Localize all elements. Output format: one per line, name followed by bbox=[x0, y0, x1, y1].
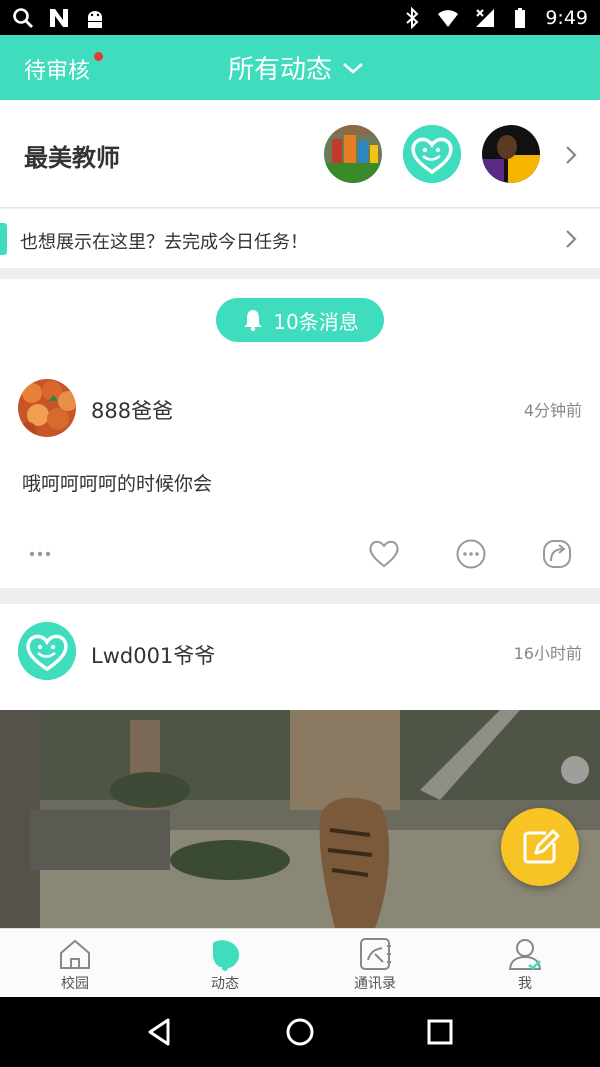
wifi-icon bbox=[438, 9, 459, 27]
battery-icon bbox=[515, 7, 526, 28]
post-actions bbox=[0, 537, 600, 577]
android-robot-icon bbox=[88, 10, 102, 28]
daily-task-text: 也想展示在这里？去完成今日任务！ bbox=[20, 232, 308, 253]
bottom-tab-bar: 校园 动态 通讯录 我 bbox=[0, 928, 600, 997]
avatar[interactable] bbox=[18, 379, 76, 437]
header-title: 所有动态 bbox=[228, 55, 333, 85]
signal-icon bbox=[476, 8, 495, 27]
player-photo-image bbox=[482, 125, 540, 183]
teacher-avatar[interactable] bbox=[482, 125, 540, 183]
share-icon[interactable] bbox=[540, 537, 574, 571]
comment-bubble-icon[interactable] bbox=[454, 537, 488, 571]
tab-contacts[interactable]: 通讯录 bbox=[300, 929, 450, 997]
pending-review-button[interactable]: 待审核 bbox=[24, 53, 90, 85]
more-options-icon[interactable] bbox=[24, 537, 58, 571]
heart-smile-logo-icon bbox=[403, 125, 461, 183]
post-timestamp: 16小时前 bbox=[513, 644, 582, 663]
daily-task-banner[interactable]: 也想展示在这里？去完成今日任务！ bbox=[0, 209, 600, 268]
chevron-right-icon bbox=[566, 146, 577, 164]
tab-label: 校园 bbox=[61, 976, 89, 992]
n-notification-icon bbox=[50, 8, 68, 27]
status-bar: 9:49 bbox=[0, 0, 600, 35]
tab-label: 我 bbox=[518, 976, 532, 992]
chevron-right-icon bbox=[566, 230, 577, 248]
tab-me[interactable]: 我 bbox=[450, 929, 600, 997]
new-messages-label: 10条消息 bbox=[273, 309, 359, 334]
bell-icon bbox=[213, 940, 240, 971]
heart-smile-logo-icon bbox=[18, 622, 76, 680]
fruit-photo-image bbox=[18, 379, 76, 437]
edit-pencil-icon bbox=[523, 829, 560, 864]
playground-image bbox=[324, 125, 382, 183]
tab-feed[interactable]: 动态 bbox=[150, 929, 300, 997]
top-header: 待审核 所有动态 bbox=[0, 35, 600, 100]
bell-icon bbox=[244, 310, 263, 332]
clock: 9:49 bbox=[545, 6, 588, 29]
post-username[interactable]: Lwd001爷爷 bbox=[91, 640, 215, 670]
compose-post-button[interactable] bbox=[501, 808, 579, 886]
home-icon[interactable] bbox=[284, 1016, 316, 1048]
featured-teachers-title: 最美教师 bbox=[24, 144, 120, 172]
feed-card: 10条消息 888爸爸 4分钟前 哦呵呵呵呵的时候你会 bbox=[0, 279, 600, 588]
tab-label: 动态 bbox=[211, 976, 239, 992]
teacher-avatar[interactable] bbox=[324, 125, 382, 183]
accent-bar bbox=[0, 223, 7, 255]
search-icon bbox=[13, 7, 33, 28]
tiger-photo-image bbox=[0, 710, 600, 928]
post-timestamp: 4分钟前 bbox=[523, 401, 582, 420]
feed-filter-dropdown[interactable]: 所有动态 bbox=[228, 49, 364, 86]
user-icon bbox=[508, 939, 542, 970]
bluetooth-icon bbox=[406, 6, 419, 29]
feed-card: Lwd001爷爷 16小时前 bbox=[0, 604, 600, 710]
tab-campus[interactable]: 校园 bbox=[0, 929, 150, 997]
chevron-down-icon bbox=[343, 62, 363, 74]
app-screen: 9:49 待审核 所有动态 最美教师 也想展示在这里？去完成今日任务！ 10条消… bbox=[0, 0, 600, 1067]
post-photo[interactable] bbox=[0, 710, 600, 928]
unread-badge bbox=[94, 52, 103, 61]
like-heart-icon[interactable] bbox=[367, 537, 401, 571]
avatar[interactable] bbox=[18, 622, 76, 680]
back-icon[interactable] bbox=[144, 1016, 176, 1048]
house-icon bbox=[60, 939, 90, 969]
featured-teachers-row[interactable]: 最美教师 bbox=[0, 100, 600, 208]
system-nav-bar bbox=[0, 997, 600, 1067]
contacts-icon bbox=[360, 938, 391, 970]
post-content: 哦呵呵呵呵的时候你会 bbox=[22, 473, 213, 495]
post-username[interactable]: 888爸爸 bbox=[91, 395, 173, 425]
recent-apps-icon[interactable] bbox=[424, 1016, 456, 1048]
new-messages-button[interactable]: 10条消息 bbox=[216, 298, 384, 342]
tab-label: 通讯录 bbox=[354, 976, 396, 992]
teacher-avatar[interactable] bbox=[403, 125, 461, 183]
